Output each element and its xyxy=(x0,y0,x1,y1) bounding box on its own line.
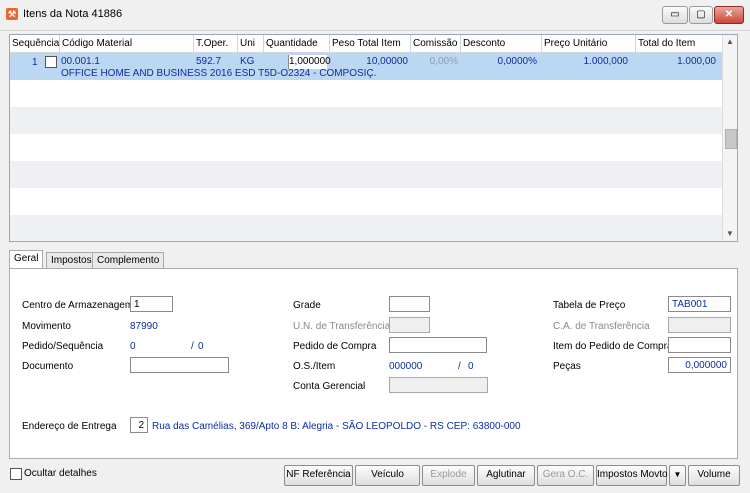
column-header[interactable]: Total do Item xyxy=(636,35,723,52)
cell-sequencia: 1 xyxy=(32,57,38,68)
app-icon: ⚒ xyxy=(6,8,18,20)
cell-desconto: 0,0000% xyxy=(497,56,537,67)
grade-label: Grade xyxy=(293,300,321,311)
ca-transferencia-field xyxy=(668,317,731,333)
item-pedido-compra-label: Item do Pedido de Compra xyxy=(553,341,673,352)
pedido-value: 0 xyxy=(130,341,136,352)
maximize-icon: ▢ xyxy=(696,9,706,20)
endereco-entrega-label: Endereço de Entrega xyxy=(22,421,117,432)
endereco-text: Rua das Camélias, 369/Apto 8 B: Alegria … xyxy=(152,421,521,432)
conta-gerencial-label: Conta Gerencial xyxy=(293,381,366,392)
pedido-sequencia-value: 0 xyxy=(198,341,204,352)
grid-header: Sequência Código Material T.Oper. Uni Qu… xyxy=(10,35,723,53)
documento-label: Documento xyxy=(22,361,74,372)
column-header[interactable]: T.Oper. xyxy=(194,35,238,52)
conta-gerencial-field xyxy=(389,377,488,393)
column-header[interactable]: Preço Unitário xyxy=(542,35,636,52)
pedido-compra-label: Pedido de Compra xyxy=(293,341,377,352)
pedido-compra-field[interactable] xyxy=(389,337,487,353)
column-header[interactable]: Comissão xyxy=(411,35,461,52)
column-header[interactable]: Código Material xyxy=(60,35,194,52)
row-checkbox[interactable] xyxy=(45,56,57,68)
window-title: Itens da Nota 41886 xyxy=(23,8,123,20)
table-row[interactable] xyxy=(10,80,722,107)
ocultar-detalhes-checkbox[interactable] xyxy=(10,468,22,480)
close-button[interactable]: ✕ xyxy=(714,6,744,24)
minimize-icon: ▭ xyxy=(670,9,680,20)
column-header[interactable]: Quantidade xyxy=(264,35,330,52)
os-item-value: 0 xyxy=(468,361,474,372)
nf-referencia-button[interactable]: NF Referência xyxy=(284,465,353,486)
table-row[interactable] xyxy=(10,188,722,215)
gera-oc-button[interactable]: Gera O.C. xyxy=(537,465,594,486)
cell-preco-unitario: 1.000,000 xyxy=(583,56,629,67)
pecas-field[interactable]: 0,000000 xyxy=(668,357,731,373)
os-value: 000000 xyxy=(389,361,423,372)
cell-descricao: OFFICE HOME AND BUSINESS 2016 ESD T5D-O2… xyxy=(61,68,377,79)
table-row[interactable] xyxy=(10,161,722,188)
footer-toolbar: Ocultar detalhes NF Referência Veículo E… xyxy=(0,460,750,493)
veiculo-button[interactable]: Veículo xyxy=(355,465,420,486)
cell-comissao: 0,00% xyxy=(429,56,458,67)
column-header[interactable]: Desconto xyxy=(461,35,542,52)
vertical-scrollbar[interactable]: ▲ ▼ xyxy=(722,35,737,241)
pedido-separator: / xyxy=(191,341,194,352)
tabela-preco-label: Tabela de Preço xyxy=(553,300,626,311)
table-row[interactable] xyxy=(10,107,722,134)
documento-field[interactable] xyxy=(130,357,229,373)
tab-geral[interactable]: Geral xyxy=(9,250,44,269)
scroll-down-icon[interactable]: ▼ xyxy=(723,227,737,241)
column-header[interactable]: Sequência xyxy=(10,35,60,52)
table-row[interactable] xyxy=(10,134,722,161)
pedido-sequencia-label: Pedido/Sequência xyxy=(22,341,104,352)
tabela-preco-field[interactable]: TAB001 xyxy=(668,296,731,312)
pecas-label: Peças xyxy=(553,361,581,372)
table-row[interactable] xyxy=(10,215,722,241)
centro-armazenagem-field[interactable]: 1 xyxy=(130,296,173,312)
tab-complemento[interactable]: Complemento xyxy=(92,252,165,268)
volume-button[interactable]: Volume xyxy=(688,465,740,486)
centro-armazenagem-label: Centro de Armazenagem xyxy=(22,300,134,311)
table-row[interactable]: 1 00.001.1 592.7 KG 1,000000 10,00000 0,… xyxy=(10,53,722,80)
tab-impostos[interactable]: Impostos xyxy=(46,252,97,268)
more-options-button[interactable]: ▼ xyxy=(669,465,686,486)
scrollbar-thumb[interactable] xyxy=(725,129,737,149)
ca-transferencia-label: C.A. de Transferência xyxy=(553,321,650,332)
un-transferencia-label: U.N. de Transferência xyxy=(293,321,391,332)
un-transferencia-field xyxy=(389,317,430,333)
movimento-value: 87990 xyxy=(130,321,158,332)
movimento-label: Movimento xyxy=(22,321,71,332)
maximize-button[interactable]: ▢ xyxy=(689,6,713,24)
close-icon: ✕ xyxy=(724,9,734,20)
chevron-down-icon: ▼ xyxy=(673,470,682,479)
items-grid[interactable]: Sequência Código Material T.Oper. Uni Qu… xyxy=(9,34,738,242)
os-item-label: O.S./Item xyxy=(293,361,336,372)
explode-button[interactable]: Explode xyxy=(422,465,475,486)
window-title-bar: ⚒ Itens da Nota 41886 ▭ ▢ ✕ xyxy=(0,0,750,31)
minimize-button[interactable]: ▭ xyxy=(662,6,688,24)
aglutinar-button[interactable]: Aglutinar xyxy=(477,465,535,486)
impostos-movto-button[interactable]: Impostos Movto xyxy=(596,465,668,486)
geral-panel: Centro de Armazenagem 1 Movimento 87990 … xyxy=(9,268,738,459)
ocultar-detalhes-label: Ocultar detalhes xyxy=(24,468,97,479)
scroll-up-icon[interactable]: ▲ xyxy=(723,35,737,49)
cell-total-item: 1.000,00 xyxy=(677,56,716,67)
column-header[interactable]: Peso Total Item xyxy=(330,35,411,52)
column-header[interactable]: Uni xyxy=(238,35,264,52)
endereco-number-field[interactable]: 2 xyxy=(130,417,148,433)
item-pedido-compra-field[interactable] xyxy=(668,337,731,353)
os-separator: / xyxy=(458,361,461,372)
grade-field[interactable] xyxy=(389,296,430,312)
